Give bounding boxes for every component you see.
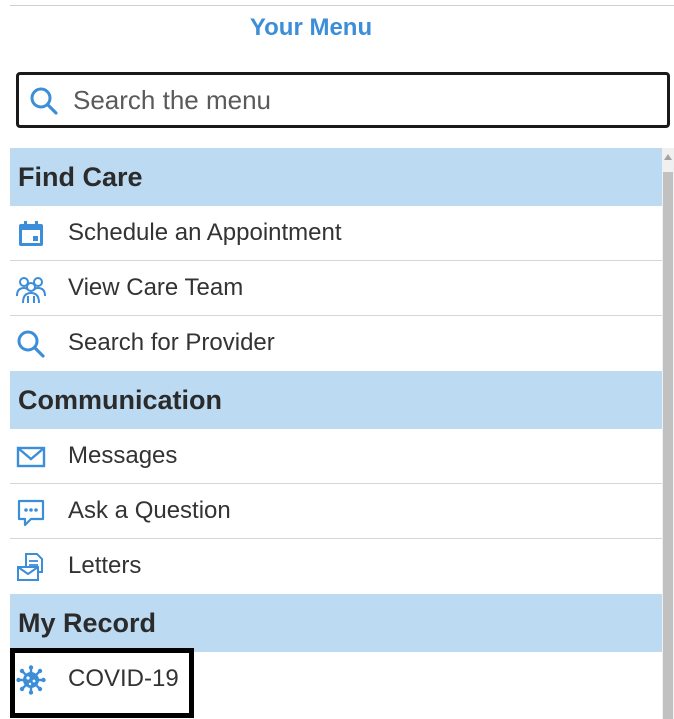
search-icon xyxy=(30,87,58,115)
menu-item-label: Messages xyxy=(68,442,178,469)
menu-item-view-care-team[interactable]: View Care Team xyxy=(10,261,662,316)
envelope-icon xyxy=(16,446,46,468)
menu-item-label: Schedule an Appointment xyxy=(68,219,342,246)
calendar-icon xyxy=(19,221,43,246)
top-divider xyxy=(10,5,674,6)
menu-item-schedule-appointment[interactable]: Schedule an Appointment xyxy=(10,206,662,261)
menu-item-label: View Care Team xyxy=(68,274,244,301)
menu-list: Find Care Schedule an Appointment View C… xyxy=(10,148,662,707)
menu-title: Your Menu xyxy=(249,14,373,41)
menu-item-search-provider[interactable]: Search for Provider xyxy=(10,316,662,371)
menu-item-label: Search for Provider xyxy=(68,329,275,356)
section-header-communication: Communication xyxy=(10,371,662,429)
section-header-find-care: Find Care xyxy=(10,148,662,206)
menu-scrollbar[interactable] xyxy=(662,148,674,719)
virus-icon xyxy=(16,665,46,695)
chat-bubble-icon xyxy=(17,499,45,527)
menu-item-ask-question[interactable]: Ask a Question xyxy=(10,484,662,539)
section-header-my-record: My Record xyxy=(10,594,662,652)
menu-item-label: COVID-19 xyxy=(68,665,179,692)
menu-item-messages[interactable]: Messages xyxy=(10,429,662,484)
search-input[interactable] xyxy=(73,81,653,119)
menu-item-label: Letters xyxy=(68,552,142,579)
letters-icon xyxy=(17,553,43,581)
menu-item-covid-19[interactable]: COVID-19 xyxy=(10,652,662,707)
scroll-thumb[interactable] xyxy=(663,172,673,719)
search-box[interactable] xyxy=(16,72,670,128)
menu-item-letters[interactable]: Letters xyxy=(10,539,662,594)
care-team-icon xyxy=(16,277,46,304)
search-icon xyxy=(17,330,45,358)
scroll-up-arrow-icon[interactable] xyxy=(664,154,672,160)
menu-item-label: Ask a Question xyxy=(68,497,231,524)
